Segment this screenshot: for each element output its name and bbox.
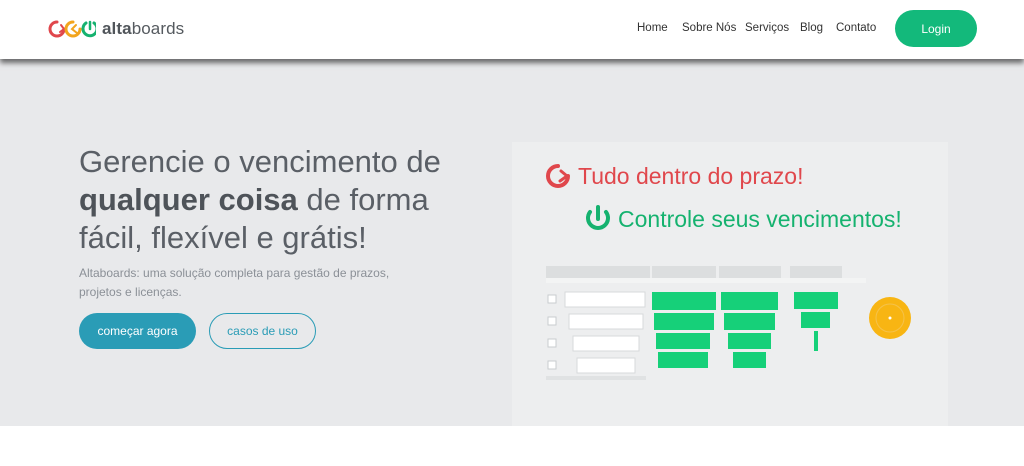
brand-name: altaboards xyxy=(102,19,185,38)
red-clock-icon xyxy=(546,164,570,188)
brand-logo[interactable]: altaboards xyxy=(48,17,184,41)
hero-illustration: Tudo dentro do prazo! Controle seus venc… xyxy=(512,142,948,442)
green-power-icon xyxy=(586,205,610,230)
nav-link-blog[interactable]: Blog xyxy=(800,22,823,34)
login-button[interactable]: Login xyxy=(895,10,977,47)
nav-link-contato[interactable]: Contato xyxy=(836,22,876,34)
hero-subtitle: Altaboards: uma solução completa para ge… xyxy=(79,266,390,299)
nav-link-home[interactable]: Home xyxy=(637,22,668,34)
funnel-column-3 xyxy=(794,292,838,351)
nav-link-sobre-nos[interactable]: Sobre Nós xyxy=(682,22,736,34)
illustration-title-green: Controle seus vencimentos! xyxy=(584,204,902,234)
page-bottom-area xyxy=(0,426,1024,466)
altaboards-logo-icon xyxy=(48,20,96,38)
hero-section: Gerencie o vencimento de qualquer coisa … xyxy=(0,59,1024,442)
task-rows xyxy=(546,291,646,380)
nav-link-servicos[interactable]: Serviços xyxy=(745,22,789,34)
illustration-title-red: Tudo dentro do prazo! xyxy=(544,162,803,190)
start-now-button[interactable]: começar agora xyxy=(79,313,196,349)
funnel-column-2 xyxy=(721,292,778,368)
top-navbar: altaboards Home Sobre Nós Serviços Blog … xyxy=(0,0,1024,59)
hero-headline: Gerencie o vencimento de qualquer coisa … xyxy=(79,144,441,255)
headline-emphasis: qualquer coisa xyxy=(79,182,298,217)
funnel-column-1 xyxy=(652,292,716,368)
use-cases-button[interactable]: casos de uso xyxy=(209,313,316,349)
